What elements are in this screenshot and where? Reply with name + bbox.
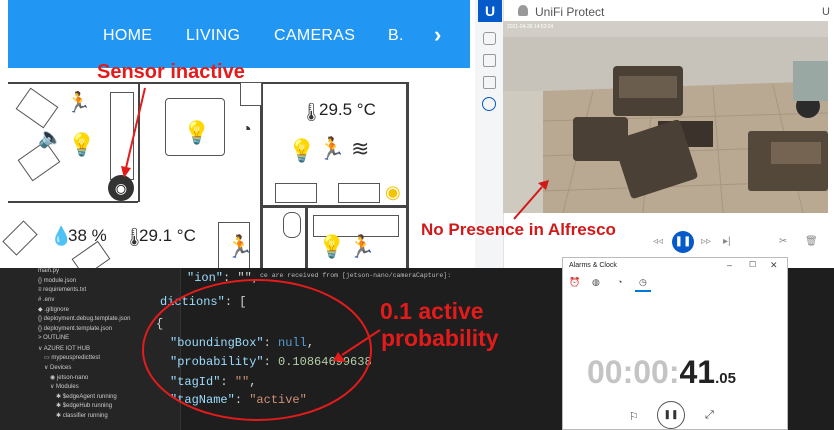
annotation-overlay	[121, 87, 549, 421]
arrow-line	[341, 329, 381, 356]
highlight-ellipse	[142, 279, 372, 421]
arrow-line	[513, 186, 543, 220]
arrow-head	[121, 166, 131, 178]
arrow-line	[125, 87, 146, 169]
